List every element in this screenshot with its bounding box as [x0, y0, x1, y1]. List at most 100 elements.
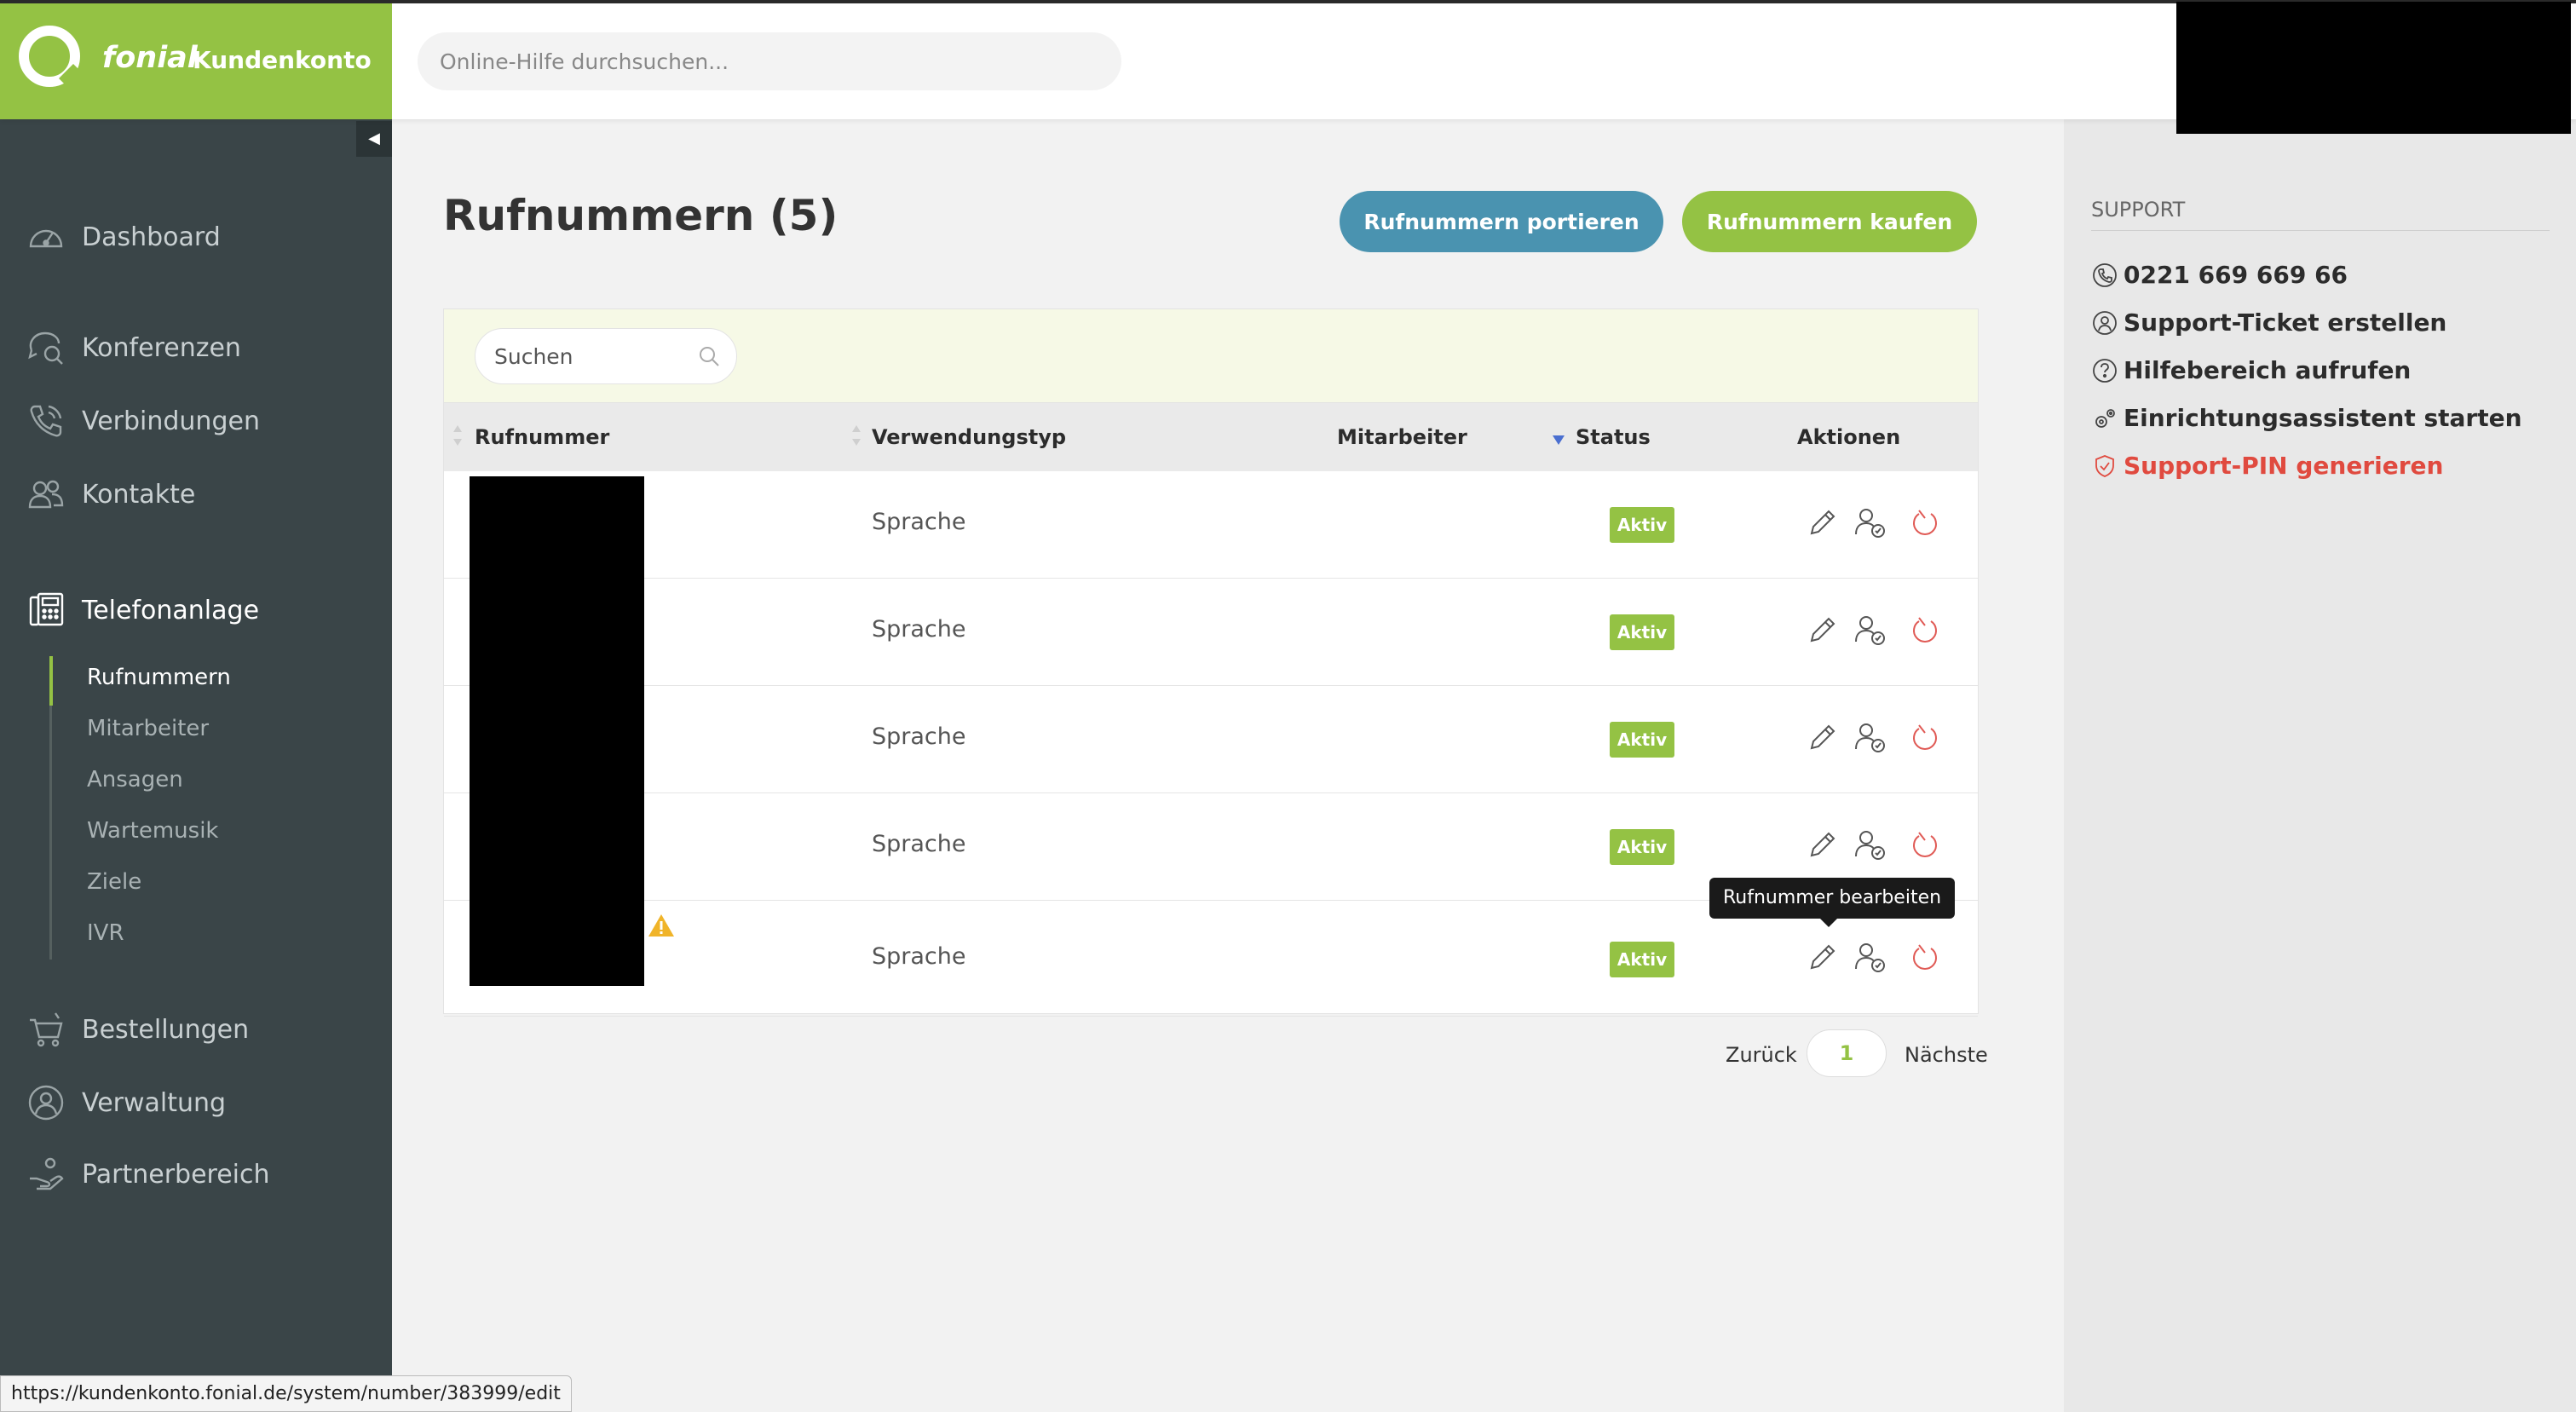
usage-type: Sprache [872, 616, 966, 643]
assign-user-icon[interactable] [1852, 504, 1889, 541]
search-icon [698, 345, 720, 371]
sidebar-item-label: Bestellungen [82, 1014, 250, 1045]
assign-user-icon[interactable] [1852, 938, 1889, 976]
user-circle-icon [24, 1081, 68, 1125]
page-title: Rufnummern (5) [443, 191, 838, 240]
table-header: Rufnummer Verwendungstyp Mitarbeiter Sta… [444, 403, 1978, 471]
sidebar-item-verwaltung[interactable]: Verwaltung [24, 1077, 226, 1128]
subnav-item-ansagen[interactable]: Ansagen [87, 767, 183, 792]
sidebar-item-label: Verwaltung [82, 1087, 227, 1118]
sidebar-item-verbindungen[interactable]: Verbindungen [24, 395, 260, 447]
pagination-prev[interactable]: Zurück [1726, 1043, 1797, 1067]
redacted-profile-area [2176, 2, 2571, 134]
sidebar-item-bestellungen[interactable]: Bestellungen [24, 1004, 249, 1055]
pagination-next[interactable]: Nächste [1905, 1043, 1988, 1067]
sidebar-item-kontakte[interactable]: Kontakte [24, 469, 195, 520]
table-row[interactable]: Sprache Aktiv [444, 471, 1978, 579]
column-status[interactable]: Status [1576, 425, 1651, 449]
sidebar-item-telefonanlage[interactable]: Telefonanlage [24, 585, 259, 636]
cart-icon [24, 1007, 68, 1052]
status-badge: Aktiv [1610, 942, 1674, 977]
sort-desc-icon[interactable] [1552, 434, 1565, 446]
phone-waves-icon [24, 399, 68, 443]
deactivate-power-icon[interactable] [1906, 938, 1944, 976]
subnav-item-ivr[interactable]: IVR [87, 920, 124, 946]
edit-pencil-icon[interactable] [1804, 938, 1841, 976]
status-badge: Aktiv [1610, 722, 1674, 758]
subnav-item-mitarbeiter[interactable]: Mitarbeiter [87, 716, 209, 741]
deactivate-power-icon[interactable] [1906, 504, 1944, 541]
fonial-logo-icon [19, 26, 80, 87]
brand-name: fonial [102, 41, 198, 75]
collapse-sidebar-button[interactable]: ◀ [356, 121, 392, 157]
column-verwendungstyp[interactable]: Verwendungstyp [872, 425, 1066, 449]
hand-coin-icon [24, 1152, 68, 1196]
support-pin-link[interactable]: Support-PIN generieren [2091, 452, 2443, 480]
buy-numbers-button[interactable]: Rufnummern kaufen [1682, 191, 1977, 252]
subnav-item-rufnummern[interactable]: Rufnummern [87, 665, 231, 690]
sort-icon[interactable] [851, 424, 862, 447]
headset-icon [2091, 309, 2118, 337]
deactivate-power-icon[interactable] [1906, 718, 1944, 756]
help-area-link[interactable]: Hilfebereich aufrufen [2091, 356, 2411, 384]
edit-pencil-icon[interactable] [1804, 611, 1841, 648]
desk-phone-icon [24, 588, 68, 632]
sidebar-item-label: Konferenzen [82, 332, 241, 363]
edit-pencil-icon[interactable] [1804, 718, 1841, 756]
assign-user-icon[interactable] [1852, 718, 1889, 756]
pagination-page[interactable]: 1 [1807, 1029, 1887, 1077]
support-title: SUPPORT [2091, 198, 2186, 222]
edit-pencil-icon[interactable] [1804, 826, 1841, 863]
assign-user-icon[interactable] [1852, 826, 1889, 863]
column-aktionen: Aktionen [1797, 425, 1901, 449]
support-phone[interactable]: 0221 669 669 66 [2091, 261, 2348, 289]
column-rufnummer[interactable]: Rufnummer [475, 425, 609, 449]
deactivate-power-icon[interactable] [1906, 611, 1944, 648]
setup-assistant-link[interactable]: Einrichtungsassistent starten [2091, 404, 2522, 432]
table-row[interactable]: Sprache Aktiv [444, 686, 1978, 793]
edit-tooltip: Rufnummer bearbeiten [1709, 878, 1956, 927]
usage-type: Sprache [872, 831, 966, 857]
support-item-label: Support-PIN generieren [2124, 452, 2444, 480]
edit-pencil-icon[interactable] [1804, 504, 1841, 541]
sidebar-item-konferenzen[interactable]: Konferenzen [24, 322, 241, 373]
status-badge: Aktiv [1610, 829, 1674, 865]
status-badge: Aktiv [1610, 614, 1674, 650]
column-mitarbeiter[interactable]: Mitarbeiter [1337, 425, 1467, 449]
sort-icon[interactable] [452, 424, 463, 447]
sidebar-item-dashboard[interactable]: Dashboard [24, 211, 221, 262]
sidebar-item-partnerbereich[interactable]: Partnerbereich [24, 1149, 270, 1200]
subnav-item-wartemusik[interactable]: Wartemusik [87, 818, 219, 844]
main-content: Rufnummern (5) Rufnummern portieren Rufn… [392, 119, 2064, 1412]
support-item-label: Einrichtungsassistent starten [2124, 404, 2522, 432]
support-item-label: Support-Ticket erstellen [2124, 308, 2447, 337]
usage-type: Sprache [872, 723, 966, 750]
support-panel: SUPPORT 0221 669 669 66 Support-Ticket e… [2064, 119, 2576, 1412]
contacts-icon [24, 472, 68, 516]
support-item-label: Hilfebereich aufrufen [2124, 356, 2412, 384]
usage-type: Sprache [872, 943, 966, 970]
sidebar-item-label: Kontakte [82, 479, 196, 510]
deactivate-power-icon[interactable] [1906, 826, 1944, 863]
status-bar-url: https://kundenkonto.fonial.de/system/num… [0, 1375, 572, 1412]
sidebar-item-label: Telefonanlage [82, 595, 260, 625]
help-search-input[interactable] [418, 32, 1121, 90]
divider [2091, 230, 2550, 231]
subnav-item-ziele[interactable]: Ziele [87, 869, 141, 895]
chat-search-icon [24, 326, 68, 370]
table-row[interactable]: Sprache Aktiv [444, 579, 1978, 686]
gears-icon [2091, 405, 2118, 432]
port-numbers-button[interactable]: Rufnummern portieren [1340, 191, 1663, 252]
support-ticket-link[interactable]: Support-Ticket erstellen [2091, 308, 2446, 337]
brand-subtitle: Kundenkonto [193, 46, 372, 74]
brand-header[interactable]: fonial Kundenkonto [0, 3, 392, 119]
sidebar-item-label: Partnerbereich [82, 1159, 270, 1190]
redacted-phone-numbers [470, 476, 644, 986]
warning-icon[interactable] [647, 913, 676, 942]
phone-icon [2091, 262, 2118, 289]
help-circle-icon [2091, 357, 2118, 384]
assign-user-icon[interactable] [1852, 611, 1889, 648]
sidebar-item-label: Verbindungen [82, 406, 260, 436]
sidebar: ◀ Dashboard Konferenzen Verbindungen Kon… [0, 119, 392, 1412]
usage-type: Sprache [872, 509, 966, 535]
